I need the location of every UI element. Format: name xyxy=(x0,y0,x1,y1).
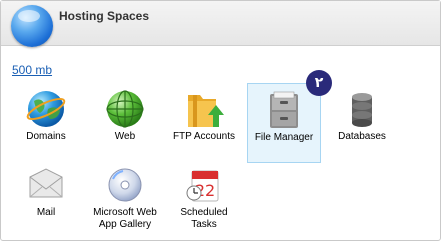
tile-databases[interactable]: Databases xyxy=(326,83,398,161)
tile-label: Scheduled Tasks xyxy=(180,207,228,230)
web-globe-icon xyxy=(106,90,144,128)
tile-label: Domains xyxy=(26,131,66,142)
file-cabinet-icon xyxy=(270,91,298,128)
tile-web[interactable]: Web xyxy=(89,83,161,161)
web-app-gallery-disc-icon xyxy=(108,168,142,202)
domains-globe-icon xyxy=(26,91,66,127)
hosting-spaces-panel: Hosting Spaces 500 mb Domains Web FTP Ac… xyxy=(0,0,441,241)
tile-label: File Manager xyxy=(254,132,314,143)
tile-scheduled-tasks[interactable]: 22 Scheduled Tasks xyxy=(168,159,240,237)
tile-domains[interactable]: Domains xyxy=(10,83,82,161)
tile-file-manager[interactable]: File Manager xyxy=(247,83,321,163)
disk-quota-link[interactable]: 500 mb xyxy=(12,63,52,77)
tile-label: FTP Accounts xyxy=(172,131,236,142)
calendar-icon: 22 xyxy=(186,170,219,202)
tile-label: Web xyxy=(114,131,136,142)
step-number-badge: ۲ xyxy=(306,70,332,96)
panel-header: Hosting Spaces xyxy=(1,1,440,47)
tile-ftp-accounts[interactable]: FTP Accounts xyxy=(168,83,240,161)
tile-web-app-gallery[interactable]: Microsoft Web App Gallery xyxy=(89,159,161,237)
ftp-folder-icon xyxy=(188,95,224,127)
database-icon xyxy=(352,93,372,127)
tile-label: Databases xyxy=(338,131,386,142)
tile-label: Microsoft Web App Gallery xyxy=(93,207,157,230)
tile-label: Mail xyxy=(36,207,56,218)
tile-mail[interactable]: Mail xyxy=(10,159,82,237)
panel-title: Hosting Spaces xyxy=(59,9,150,23)
hosting-globe-icon xyxy=(11,5,53,47)
mail-envelope-icon xyxy=(29,168,63,198)
